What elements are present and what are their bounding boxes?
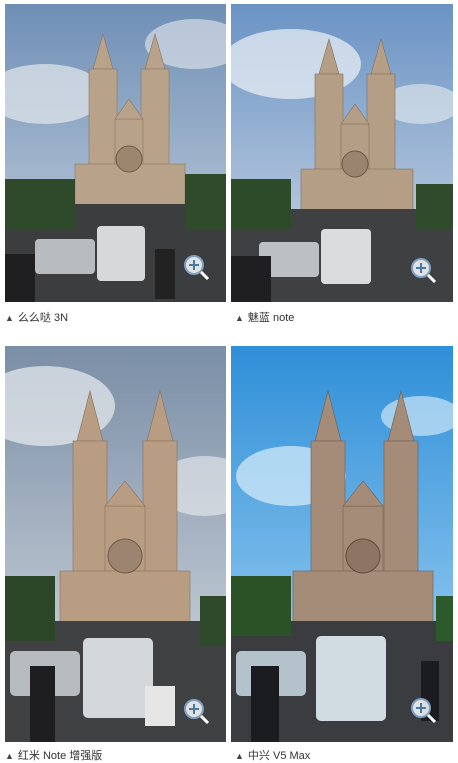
photo-4[interactable] — [231, 346, 453, 742]
zoom-in-icon[interactable] — [183, 254, 209, 280]
caption-4: ▲ 中兴 V5 Max — [235, 747, 310, 763]
caption-2: ▲ 魅蓝 note — [235, 309, 294, 325]
caption-text-2: 魅蓝 note — [247, 312, 295, 324]
triangle-up-icon: ▲ — [235, 751, 244, 761]
caption-3: ▲ 红米 Note 增强版 — [5, 747, 102, 763]
triangle-up-icon: ▲ — [235, 313, 244, 323]
church-photo-3 — [5, 346, 226, 742]
photo-3[interactable] — [5, 346, 226, 742]
zoom-in-icon[interactable] — [410, 257, 436, 283]
caption-1: ▲ 么么哒 3N — [5, 309, 68, 325]
caption-text-1: 么么哒 3N — [17, 312, 69, 324]
church-photo-4 — [231, 346, 453, 742]
zoom-in-icon[interactable] — [183, 698, 209, 724]
triangle-up-icon: ▲ — [5, 313, 14, 323]
caption-text-4: 中兴 V5 Max — [247, 750, 311, 762]
caption-text-3: 红米 Note 增强版 — [17, 750, 103, 762]
triangle-up-icon: ▲ — [5, 751, 14, 761]
zoom-in-icon[interactable] — [410, 697, 436, 723]
